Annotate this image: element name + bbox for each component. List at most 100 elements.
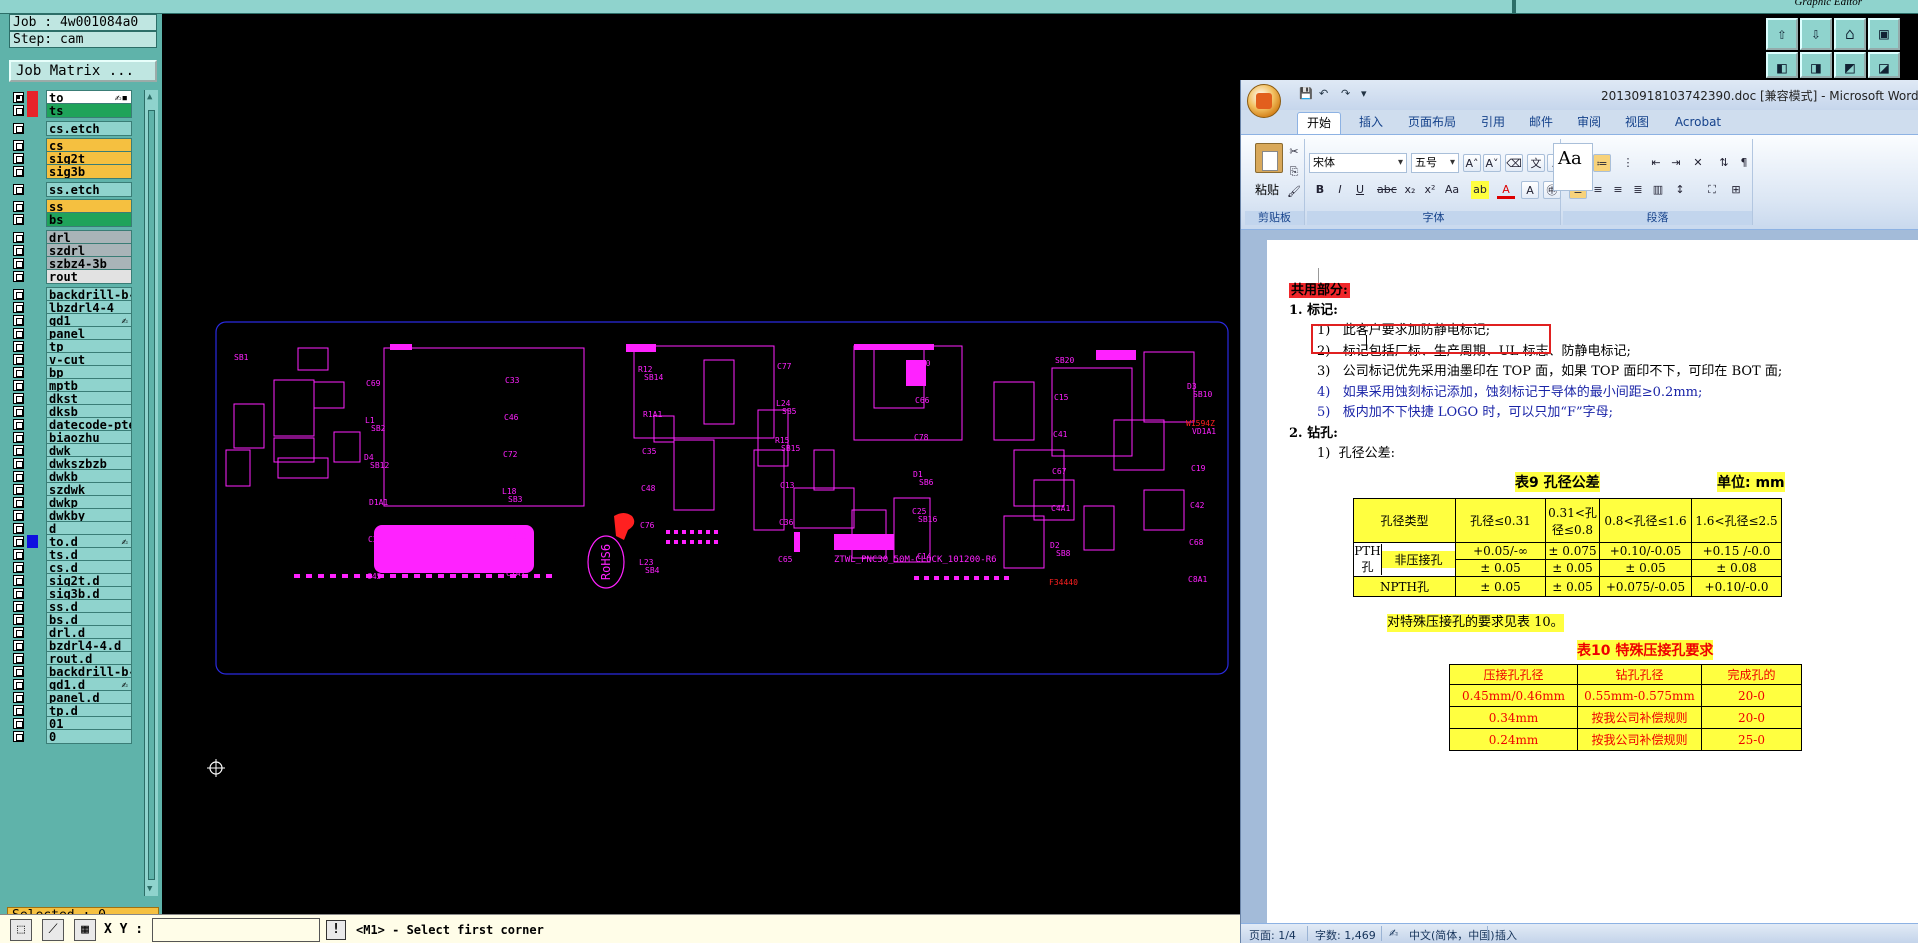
layer-checkbox[interactable] [13, 367, 24, 378]
qat-menu-icon[interactable]: ▾ [1361, 87, 1375, 101]
status-mode[interactable]: 插入 [1495, 927, 1517, 943]
copy-icon[interactable]: ⎘ [1285, 163, 1303, 181]
layer-checkbox[interactable] [13, 432, 24, 443]
layer-row[interactable]: rout [10, 269, 132, 284]
pcb-board[interactable]: RoHS6 ZTWL_PNC30_50M-CLOCK_101200-R6 SB1 SB… [214, 320, 1230, 676]
layer-checkbox[interactable] [13, 184, 24, 195]
toolbar-window-icon[interactable]: ▣ [1868, 18, 1900, 50]
layer-checkbox[interactable] [13, 341, 24, 352]
justify-icon[interactable]: ≣ [1629, 181, 1647, 199]
xy-input[interactable] [152, 918, 320, 942]
cut-icon[interactable]: ✂ [1285, 143, 1303, 161]
strikethrough-icon[interactable]: abc [1377, 181, 1397, 199]
layer-checkbox[interactable] [13, 271, 24, 282]
status-page[interactable]: 页面: 1/4 [1249, 927, 1296, 943]
office-button[interactable] [1247, 84, 1281, 118]
layer-checkbox[interactable] [13, 315, 24, 326]
layer-name[interactable]: ts [46, 103, 132, 118]
borders-icon[interactable]: ⊞ [1727, 181, 1745, 199]
font-color-icon[interactable]: A [1497, 181, 1515, 199]
layer-name[interactable]: ss.etch [46, 182, 132, 197]
undo-icon[interactable]: ↶ [1319, 87, 1333, 101]
tab-references[interactable]: 引用 [1473, 112, 1513, 134]
layer-checkbox[interactable] [13, 302, 24, 313]
tab-view[interactable]: 视图 [1617, 112, 1657, 134]
layer-checkbox[interactable] [13, 575, 24, 586]
increase-indent-icon[interactable]: ⇥ [1667, 154, 1685, 172]
status-language[interactable]: 中文(简体，中国) [1409, 927, 1495, 943]
layer-list-scrollbar[interactable]: ▲ ▼ [144, 90, 158, 896]
multilevel-list-icon[interactable]: ⋮ [1619, 154, 1637, 172]
clear-format-icon[interactable]: ⌫ [1505, 154, 1523, 172]
layer-checkbox[interactable] [13, 588, 24, 599]
layer-name[interactable]: sig3b [46, 164, 132, 179]
layer-checkbox[interactable] [13, 692, 24, 703]
sort-icon[interactable]: ⇅ [1715, 154, 1733, 172]
format-painter-icon[interactable]: 🖌 [1285, 183, 1303, 201]
document-page[interactable]: 共用部分: 1. 标记: 1) 此客户要求加防静电标记; 2) 标记包括厂标、生产… [1267, 240, 1918, 930]
layer-checkbox[interactable] [13, 380, 24, 391]
font-name-select[interactable]: 宋体 [1309, 153, 1407, 173]
paste-icon[interactable] [1255, 143, 1283, 173]
layer-checkbox[interactable] [13, 258, 24, 269]
font-size-select[interactable]: 五号 [1411, 153, 1459, 173]
toolbar-down-icon[interactable]: ⇩ [1800, 18, 1832, 50]
layer-checkbox[interactable] [13, 232, 24, 243]
toolbar-icon-8[interactable]: ◪ [1868, 52, 1900, 78]
layer-checkbox[interactable] [13, 601, 24, 612]
layer-checkbox[interactable] [13, 153, 24, 164]
layer-name[interactable]: bs [46, 212, 132, 227]
layer-checkbox[interactable] [13, 393, 24, 404]
toolbar-icon-7[interactable]: ◩ [1834, 52, 1866, 78]
line-spacing-icon[interactable]: ↕ [1671, 181, 1689, 199]
scroll-down-icon[interactable]: ▼ [147, 884, 152, 894]
layer-row[interactable]: sig3b [10, 164, 132, 179]
scroll-up-icon[interactable]: ▲ [147, 92, 152, 102]
distributed-icon[interactable]: ▥ [1649, 181, 1667, 199]
layer-name[interactable]: 0 [46, 729, 132, 744]
numbering-icon[interactable]: ≔ [1593, 154, 1611, 172]
layer-checkbox[interactable] [13, 705, 24, 716]
layer-checkbox[interactable] [13, 140, 24, 151]
select-tool-icon[interactable]: ⬚ [10, 919, 32, 941]
phonetic-icon[interactable]: 文 [1527, 154, 1545, 172]
asian-layout-icon[interactable]: ✕ [1689, 154, 1707, 172]
layer-checkbox[interactable] [13, 419, 24, 430]
redo-icon[interactable]: ↷ [1341, 87, 1355, 101]
highlight-icon[interactable]: ab [1471, 181, 1489, 199]
layer-checkbox[interactable] [13, 328, 24, 339]
layer-checkbox[interactable] [13, 653, 24, 664]
layer-checkbox[interactable] [13, 731, 24, 742]
layer-checkbox[interactable] [13, 718, 24, 729]
layer-checkbox[interactable] [13, 562, 24, 573]
save-icon[interactable]: 💾 [1299, 87, 1313, 101]
graphic-canvas[interactable]: RoHS6 ZTWL_PNC30_50M-CLOCK_101200-R6 SB1 SB… [162, 14, 1240, 914]
layer-checkbox[interactable] [13, 497, 24, 508]
show-marks-icon[interactable]: ¶ [1735, 154, 1753, 172]
layer-checkbox[interactable] [13, 666, 24, 677]
char-shading-icon[interactable]: A [1521, 181, 1539, 199]
layer-checkbox[interactable] [13, 123, 24, 134]
paste-label[interactable]: 粘贴 [1255, 181, 1279, 198]
layer-name[interactable]: cs.etch [46, 121, 132, 136]
layer-row[interactable]: ss.etch [10, 182, 132, 197]
tab-acrobat[interactable]: Acrobat [1665, 112, 1731, 134]
tab-page-layout[interactable]: 页面布局 [1399, 112, 1465, 134]
layer-checkbox[interactable] [13, 640, 24, 651]
layer-checkbox[interactable] [13, 445, 24, 456]
grid-tool-icon[interactable]: ▦ [74, 919, 96, 941]
layer-checkbox[interactable] [13, 406, 24, 417]
tab-insert[interactable]: 插入 [1349, 112, 1393, 134]
shading-icon[interactable]: ⛶ [1703, 181, 1721, 199]
tab-review[interactable]: 审阅 [1569, 112, 1609, 134]
layer-name[interactable]: rout [46, 269, 132, 284]
spellcheck-icon[interactable]: ✍ [1389, 927, 1398, 940]
document-area[interactable]: 共用部分: 1. 标记: 1) 此客户要求加防静电标记; 2) 标记包括厂标、生产… [1241, 230, 1918, 930]
layer-checkbox[interactable] [13, 92, 24, 103]
layer-checkbox[interactable] [13, 166, 24, 177]
layer-checkbox[interactable] [13, 214, 24, 225]
layer-checkbox[interactable] [13, 484, 24, 495]
underline-icon[interactable]: U [1351, 181, 1369, 199]
bold-icon[interactable]: B [1311, 181, 1329, 199]
change-case-icon[interactable]: Aa [1443, 181, 1461, 199]
